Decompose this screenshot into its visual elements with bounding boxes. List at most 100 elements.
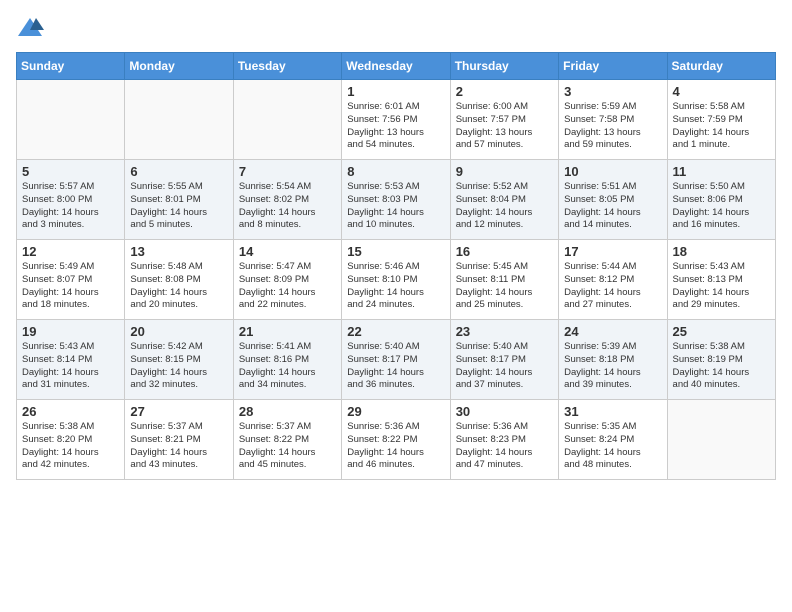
day-number: 31 bbox=[564, 404, 661, 419]
calendar-day-cell: 2 Sunrise: 6:00 AM Sunset: 7:57 PM Daylig… bbox=[450, 80, 558, 160]
day-info: Sunrise: 5:41 AM Sunset: 8:16 PM Dayligh… bbox=[239, 341, 336, 392]
calendar-day-cell: 21 Sunrise: 5:41 AM Sunset: 8:16 PM Dayli… bbox=[233, 320, 341, 400]
calendar-day-cell: 20 Sunrise: 5:42 AM Sunset: 8:15 PM Dayli… bbox=[125, 320, 233, 400]
calendar-day-cell bbox=[667, 400, 775, 480]
calendar-day-cell: 16Sunrise: 5:45 AM Sunset: 8:11 PM Dayli… bbox=[450, 240, 558, 320]
day-info: Sunrise: 5:48 AM Sunset: 8:08 PM Dayligh… bbox=[130, 261, 227, 312]
day-number: 10 bbox=[564, 164, 661, 179]
day-info: Sunrise: 5:37 AM Sunset: 8:21 PM Dayligh… bbox=[130, 421, 227, 472]
day-number: 17 bbox=[564, 244, 661, 259]
calendar-day-cell: 30 Sunrise: 5:36 AM Sunset: 8:23 PM Dayli… bbox=[450, 400, 558, 480]
day-of-week-header: Friday bbox=[559, 53, 667, 80]
day-of-week-header: Thursday bbox=[450, 53, 558, 80]
day-info: Sunrise: 5:40 AM Sunset: 8:17 PM Dayligh… bbox=[347, 341, 444, 392]
calendar-day-cell: 11 Sunrise: 5:50 AM Sunset: 8:06 PM Dayli… bbox=[667, 160, 775, 240]
calendar-day-cell: 7Sunrise: 5:54 AM Sunset: 8:02 PM Daylig… bbox=[233, 160, 341, 240]
day-of-week-header: Monday bbox=[125, 53, 233, 80]
day-number: 26 bbox=[22, 404, 119, 419]
day-info: Sunrise: 5:38 AM Sunset: 8:19 PM Dayligh… bbox=[673, 341, 770, 392]
day-number: 24 bbox=[564, 324, 661, 339]
day-number: 9 bbox=[456, 164, 553, 179]
day-number: 4 bbox=[673, 84, 770, 99]
calendar-day-cell: 25 Sunrise: 5:38 AM Sunset: 8:19 PM Dayli… bbox=[667, 320, 775, 400]
day-number: 7 bbox=[239, 164, 336, 179]
day-info: Sunrise: 5:45 AM Sunset: 8:11 PM Dayligh… bbox=[456, 261, 553, 312]
day-number: 27 bbox=[130, 404, 227, 419]
day-info: Sunrise: 5:55 AM Sunset: 8:01 PM Dayligh… bbox=[130, 181, 227, 232]
calendar-week-row: 26 Sunrise: 5:38 AM Sunset: 8:20 PM Dayli… bbox=[17, 400, 776, 480]
calendar-day-cell: 13 Sunrise: 5:48 AM Sunset: 8:08 PM Dayli… bbox=[125, 240, 233, 320]
day-number: 30 bbox=[456, 404, 553, 419]
day-info: Sunrise: 5:35 AM Sunset: 8:24 PM Dayligh… bbox=[564, 421, 661, 472]
day-number: 29 bbox=[347, 404, 444, 419]
day-info: Sunrise: 5:51 AM Sunset: 8:05 PM Dayligh… bbox=[564, 181, 661, 232]
calendar-week-row: 5 Sunrise: 5:57 AM Sunset: 8:00 PM Daylig… bbox=[17, 160, 776, 240]
day-number: 12 bbox=[22, 244, 119, 259]
day-info: Sunrise: 5:49 AM Sunset: 8:07 PM Dayligh… bbox=[22, 261, 119, 312]
day-info: Sunrise: 5:37 AM Sunset: 8:22 PM Dayligh… bbox=[239, 421, 336, 472]
day-info: Sunrise: 5:57 AM Sunset: 8:00 PM Dayligh… bbox=[22, 181, 119, 232]
calendar-day-cell: 4 Sunrise: 5:58 AM Sunset: 7:59 PM Daylig… bbox=[667, 80, 775, 160]
day-info: Sunrise: 5:36 AM Sunset: 8:23 PM Dayligh… bbox=[456, 421, 553, 472]
day-info: Sunrise: 5:40 AM Sunset: 8:17 PM Dayligh… bbox=[456, 341, 553, 392]
day-info: Sunrise: 5:39 AM Sunset: 8:18 PM Dayligh… bbox=[564, 341, 661, 392]
day-number: 21 bbox=[239, 324, 336, 339]
day-number: 20 bbox=[130, 324, 227, 339]
day-info: Sunrise: 5:46 AM Sunset: 8:10 PM Dayligh… bbox=[347, 261, 444, 312]
day-info: Sunrise: 5:47 AM Sunset: 8:09 PM Dayligh… bbox=[239, 261, 336, 312]
day-number: 5 bbox=[22, 164, 119, 179]
day-number: 18 bbox=[673, 244, 770, 259]
calendar-week-row: 1Sunrise: 6:01 AM Sunset: 7:56 PM Daylig… bbox=[17, 80, 776, 160]
day-number: 22 bbox=[347, 324, 444, 339]
calendar-day-cell: 26 Sunrise: 5:38 AM Sunset: 8:20 PM Dayli… bbox=[17, 400, 125, 480]
calendar-day-cell: 1Sunrise: 6:01 AM Sunset: 7:56 PM Daylig… bbox=[342, 80, 450, 160]
calendar-day-cell bbox=[233, 80, 341, 160]
day-of-week-header: Tuesday bbox=[233, 53, 341, 80]
calendar-day-cell: 14 Sunrise: 5:47 AM Sunset: 8:09 PM Dayli… bbox=[233, 240, 341, 320]
calendar-day-cell bbox=[17, 80, 125, 160]
logo-icon bbox=[16, 16, 44, 40]
calendar-day-cell: 27 Sunrise: 5:37 AM Sunset: 8:21 PM Dayli… bbox=[125, 400, 233, 480]
calendar-day-cell: 17 Sunrise: 5:44 AM Sunset: 8:12 PM Dayli… bbox=[559, 240, 667, 320]
calendar-day-cell: 6 Sunrise: 5:55 AM Sunset: 8:01 PM Daylig… bbox=[125, 160, 233, 240]
day-info: Sunrise: 5:38 AM Sunset: 8:20 PM Dayligh… bbox=[22, 421, 119, 472]
calendar-week-row: 19 Sunrise: 5:43 AM Sunset: 8:14 PM Dayli… bbox=[17, 320, 776, 400]
calendar-day-cell: 18 Sunrise: 5:43 AM Sunset: 8:13 PM Dayli… bbox=[667, 240, 775, 320]
calendar-day-cell: 10 Sunrise: 5:51 AM Sunset: 8:05 PM Dayli… bbox=[559, 160, 667, 240]
day-number: 28 bbox=[239, 404, 336, 419]
day-number: 1 bbox=[347, 84, 444, 99]
day-info: Sunrise: 5:44 AM Sunset: 8:12 PM Dayligh… bbox=[564, 261, 661, 312]
calendar-day-cell: 12 Sunrise: 5:49 AM Sunset: 8:07 PM Dayli… bbox=[17, 240, 125, 320]
day-info: Sunrise: 5:50 AM Sunset: 8:06 PM Dayligh… bbox=[673, 181, 770, 232]
day-info: Sunrise: 5:53 AM Sunset: 8:03 PM Dayligh… bbox=[347, 181, 444, 232]
day-number: 11 bbox=[673, 164, 770, 179]
day-number: 25 bbox=[673, 324, 770, 339]
day-number: 6 bbox=[130, 164, 227, 179]
calendar-day-cell: 23Sunrise: 5:40 AM Sunset: 8:17 PM Dayli… bbox=[450, 320, 558, 400]
calendar-day-cell bbox=[125, 80, 233, 160]
day-number: 2 bbox=[456, 84, 553, 99]
calendar-day-cell: 24 Sunrise: 5:39 AM Sunset: 8:18 PM Dayli… bbox=[559, 320, 667, 400]
day-info: Sunrise: 5:36 AM Sunset: 8:22 PM Dayligh… bbox=[347, 421, 444, 472]
calendar-day-cell: 5 Sunrise: 5:57 AM Sunset: 8:00 PM Daylig… bbox=[17, 160, 125, 240]
calendar-day-cell: 9 Sunrise: 5:52 AM Sunset: 8:04 PM Daylig… bbox=[450, 160, 558, 240]
calendar-day-cell: 29 Sunrise: 5:36 AM Sunset: 8:22 PM Dayli… bbox=[342, 400, 450, 480]
calendar-day-cell: 3 Sunrise: 5:59 AM Sunset: 7:58 PM Daylig… bbox=[559, 80, 667, 160]
day-number: 8 bbox=[347, 164, 444, 179]
day-number: 14 bbox=[239, 244, 336, 259]
day-of-week-header: Wednesday bbox=[342, 53, 450, 80]
day-info: Sunrise: 5:52 AM Sunset: 8:04 PM Dayligh… bbox=[456, 181, 553, 232]
day-info: Sunrise: 5:43 AM Sunset: 8:13 PM Dayligh… bbox=[673, 261, 770, 312]
calendar-day-cell: 8 Sunrise: 5:53 AM Sunset: 8:03 PM Daylig… bbox=[342, 160, 450, 240]
day-info: Sunrise: 5:42 AM Sunset: 8:15 PM Dayligh… bbox=[130, 341, 227, 392]
day-info: Sunrise: 5:58 AM Sunset: 7:59 PM Dayligh… bbox=[673, 101, 770, 152]
calendar-header-row: SundayMondayTuesdayWednesdayThursdayFrid… bbox=[17, 53, 776, 80]
day-info: Sunrise: 6:00 AM Sunset: 7:57 PM Dayligh… bbox=[456, 101, 553, 152]
day-number: 19 bbox=[22, 324, 119, 339]
calendar-day-cell: 22 Sunrise: 5:40 AM Sunset: 8:17 PM Dayli… bbox=[342, 320, 450, 400]
day-info: Sunrise: 5:59 AM Sunset: 7:58 PM Dayligh… bbox=[564, 101, 661, 152]
day-number: 13 bbox=[130, 244, 227, 259]
day-number: 3 bbox=[564, 84, 661, 99]
day-of-week-header: Saturday bbox=[667, 53, 775, 80]
day-info: Sunrise: 5:43 AM Sunset: 8:14 PM Dayligh… bbox=[22, 341, 119, 392]
